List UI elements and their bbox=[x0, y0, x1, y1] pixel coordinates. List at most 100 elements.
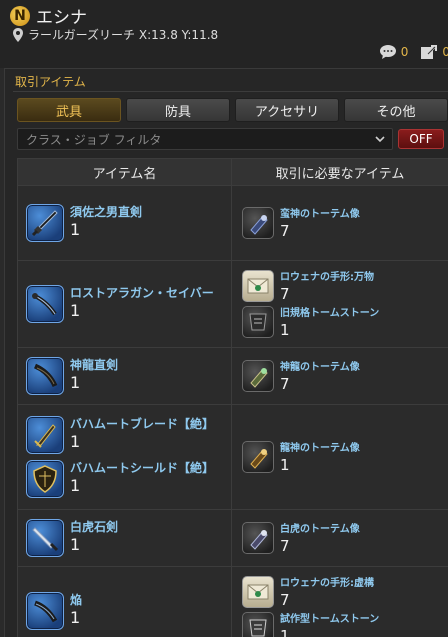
cost-cell: 神龍のトーテム像 7 bbox=[232, 348, 448, 404]
totem-icon bbox=[242, 440, 274, 473]
saber-icon bbox=[26, 285, 64, 323]
table-row: バハムートブレード【絶】 1 バハムートシールド【絶】 1 龍神のトーテム像 1 bbox=[18, 405, 448, 510]
counters: 0 0 bbox=[379, 44, 448, 60]
chevron-down-icon bbox=[375, 136, 385, 143]
list-item[interactable]: バハムートブレード【絶】 1 bbox=[26, 416, 231, 454]
npc-name-row: N エシナ bbox=[10, 3, 87, 28]
cost-item[interactable]: ロウェナの手形:虚構 7 bbox=[242, 576, 448, 609]
npc-name: エシナ bbox=[36, 8, 87, 28]
list-item[interactable]: 白虎石剣 1 bbox=[26, 519, 231, 557]
cost-quantity: 1 bbox=[280, 320, 290, 339]
item-name[interactable]: 焔 bbox=[70, 593, 82, 608]
sword-icon bbox=[26, 591, 64, 630]
shield-icon bbox=[26, 460, 64, 498]
table-row: 須佐之男直剣 1 蛮神のトーテム像 7 bbox=[18, 186, 448, 261]
item-name[interactable]: 須佐之男直剣 bbox=[70, 205, 142, 220]
cost-name[interactable]: 龍神のトーテム像 bbox=[280, 442, 360, 456]
cost-cell: ロウェナの手形:万物 7 旧規格トームストーン 1 bbox=[232, 261, 448, 347]
cost-name[interactable]: 蛮神のトーテム像 bbox=[280, 208, 360, 222]
item-cell: ロストアラガン・セイバー 1 bbox=[18, 261, 232, 347]
list-item[interactable]: 焔 1 bbox=[26, 591, 231, 630]
cost-quantity: 7 bbox=[280, 284, 290, 303]
cost-quantity: 1 bbox=[280, 627, 290, 637]
cost-name[interactable]: 旧規格トームストーン bbox=[280, 307, 379, 321]
list-item[interactable]: 須佐之男直剣 1 bbox=[26, 204, 231, 242]
cost-quantity: 7 bbox=[280, 536, 290, 555]
cost-quantity: 1 bbox=[280, 455, 290, 474]
class-job-filter-select[interactable]: クラス・ジョブ フィルタ bbox=[17, 128, 393, 150]
item-cell: 焔 1 bbox=[18, 567, 232, 637]
item-cell: 神龍直剣 1 bbox=[18, 348, 232, 404]
blade-icon bbox=[26, 416, 64, 454]
cost-name[interactable]: 試作型トームストーン bbox=[280, 613, 379, 627]
tomestone-icon bbox=[242, 612, 274, 637]
cost-item[interactable]: 試作型トームストーン 1 bbox=[242, 612, 448, 637]
shares-counter[interactable]: 0 bbox=[420, 44, 448, 60]
item-name[interactable]: 神龍直剣 bbox=[70, 358, 118, 373]
item-name[interactable]: 白虎石剣 bbox=[70, 520, 118, 535]
table-row: 白虎石剣 1 白虎のトーテム像 7 bbox=[18, 510, 448, 567]
location-text: ラールガーズリーチ X:13.8 Y:11.8 bbox=[28, 28, 219, 42]
cost-cell: 龍神のトーテム像 1 bbox=[232, 405, 448, 509]
cost-item[interactable]: 白虎のトーテム像 7 bbox=[242, 521, 448, 555]
cost-item[interactable]: 龍神のトーテム像 1 bbox=[242, 440, 448, 474]
filter-toggle-button[interactable]: OFF bbox=[398, 129, 444, 149]
cost-name[interactable]: 白虎のトーテム像 bbox=[280, 523, 360, 537]
sword-icon bbox=[26, 519, 64, 557]
item-name[interactable]: バハムートブレード【絶】 bbox=[70, 417, 214, 432]
tab-accessories[interactable]: アクセサリ bbox=[235, 98, 339, 122]
comment-icon bbox=[379, 45, 396, 59]
item-quantity: 1 bbox=[70, 220, 81, 239]
cost-cell: 白虎のトーテム像 7 bbox=[232, 510, 448, 566]
tab-other[interactable]: その他 bbox=[344, 98, 448, 122]
divider bbox=[13, 91, 448, 92]
item-quantity: 1 bbox=[70, 301, 81, 320]
cost-name[interactable]: 神龍のトーテム像 bbox=[280, 361, 360, 375]
tab-weapons[interactable]: 武具 bbox=[17, 98, 121, 122]
cost-name[interactable]: ロウェナの手形:万物 bbox=[280, 271, 374, 285]
filter-row: クラス・ジョブ フィルタ OFF bbox=[17, 128, 448, 150]
item-name[interactable]: ロストアラガン・セイバー bbox=[70, 286, 214, 301]
npc-header: N エシナ ラールガーズリーチ X:13.8 Y:11.8 0 0 bbox=[0, 0, 448, 68]
list-item[interactable]: 神龍直剣 1 bbox=[26, 357, 231, 395]
cost-cell: ロウェナの手形:虚構 7 試作型トームストーン 1 bbox=[232, 567, 448, 637]
cost-quantity: 7 bbox=[280, 591, 290, 609]
cost-item[interactable]: ロウェナの手形:万物 7 bbox=[242, 269, 448, 303]
totem-icon bbox=[242, 521, 274, 554]
npc-quest-icon: N bbox=[10, 5, 30, 26]
filter-placeholder: クラス・ジョブ フィルタ bbox=[26, 132, 162, 147]
letter-icon bbox=[242, 269, 274, 302]
cost-quantity: 7 bbox=[280, 221, 290, 240]
comments-counter[interactable]: 0 bbox=[379, 44, 408, 60]
shares-count: 0 bbox=[442, 45, 448, 59]
list-item[interactable]: バハムートシールド【絶】 1 bbox=[26, 460, 231, 498]
totem-icon bbox=[242, 206, 274, 239]
section-title: 取引アイテム bbox=[15, 75, 86, 89]
tab-armor[interactable]: 防具 bbox=[126, 98, 230, 122]
item-quantity: 1 bbox=[70, 476, 81, 495]
cost-item[interactable]: 神龍のトーテム像 7 bbox=[242, 359, 448, 393]
npc-location[interactable]: ラールガーズリーチ X:13.8 Y:11.8 bbox=[12, 26, 218, 43]
list-item[interactable]: ロストアラガン・セイバー 1 bbox=[26, 285, 231, 323]
item-quantity: 1 bbox=[70, 432, 81, 451]
item-cell: 須佐之男直剣 1 bbox=[18, 186, 232, 260]
letter-icon bbox=[242, 576, 274, 608]
item-quantity: 1 bbox=[70, 535, 81, 554]
cost-quantity: 7 bbox=[280, 374, 290, 393]
tomestone-icon bbox=[242, 305, 274, 338]
cost-cell: 蛮神のトーテム像 7 bbox=[232, 186, 448, 260]
item-cell: 白虎石剣 1 bbox=[18, 510, 232, 566]
totem-icon bbox=[242, 359, 274, 392]
table-row: 神龍直剣 1 神龍のトーテム像 7 bbox=[18, 348, 448, 405]
item-name[interactable]: バハムートシールド【絶】 bbox=[70, 461, 214, 476]
cost-name[interactable]: ロウェナの手形:虚構 bbox=[280, 577, 374, 591]
share-icon bbox=[421, 45, 438, 59]
table-row: 焔 1 ロウェナの手形:虚構 7 試作型トームストーン 1 bbox=[18, 567, 448, 637]
column-header-item-name: アイテム名 bbox=[18, 159, 232, 185]
cost-item[interactable]: 旧規格トームストーン 1 bbox=[242, 305, 448, 339]
cost-item[interactable]: 蛮神のトーテム像 7 bbox=[242, 206, 448, 240]
sword-icon bbox=[26, 204, 64, 242]
sword-icon bbox=[26, 357, 64, 395]
trade-table: アイテム名 取引に必要なアイテム 須佐之男直剣 1 蛮神のトーテム像 7 ロスト… bbox=[17, 158, 448, 637]
item-quantity: 1 bbox=[70, 373, 81, 392]
